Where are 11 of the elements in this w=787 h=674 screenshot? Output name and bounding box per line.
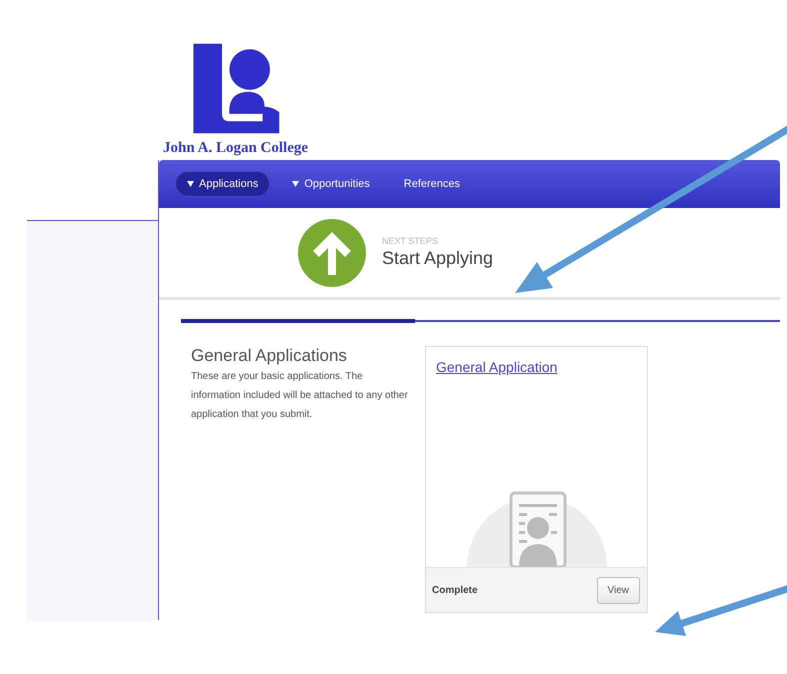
view-button[interactable]: View bbox=[596, 576, 640, 604]
college-name: John A. Logan College bbox=[163, 140, 308, 157]
next-steps-label: NEXT STEPS bbox=[382, 236, 439, 246]
nav-tab[interactable]: Applications bbox=[175, 171, 270, 197]
nav-tab[interactable]: References bbox=[392, 171, 472, 197]
section-title: General Applications bbox=[191, 346, 348, 366]
nav-tab[interactable]: Opportunities bbox=[280, 171, 382, 197]
status-label: Complete bbox=[432, 584, 478, 596]
application-link[interactable]: General Application bbox=[436, 359, 558, 375]
next-steps-title: Start Applying bbox=[382, 248, 494, 269]
section-description: These are your basic applications. The information included will be attached to any other application that you submit. bbox=[191, 370, 409, 422]
